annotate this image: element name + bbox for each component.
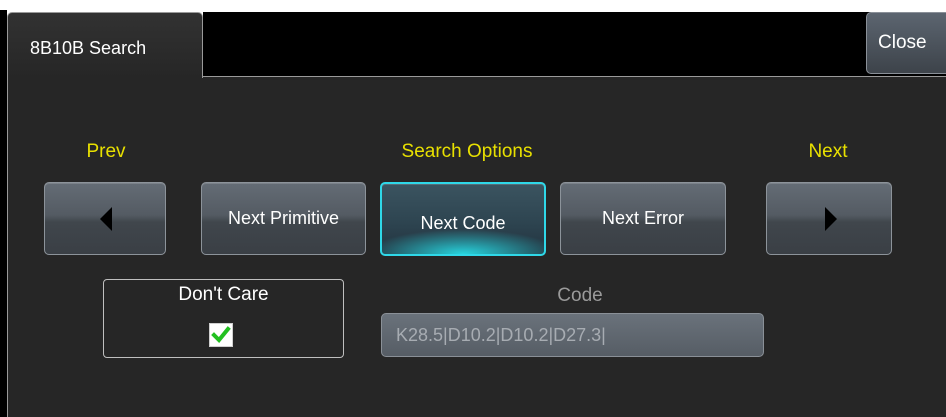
tab-bar <box>203 12 946 76</box>
next-primitive-button[interactable]: Next Primitive <box>201 182 366 255</box>
dont-care-checkbox[interactable] <box>209 323 233 347</box>
next-error-label: Next Error <box>601 208 684 228</box>
code-label: Code <box>557 285 603 306</box>
dialog-edge <box>0 0 7 417</box>
dont-care-group: Don't Care <box>103 279 344 358</box>
next-code-button[interactable]: Next Code <box>380 182 546 256</box>
next-error-button[interactable]: Next Error <box>560 182 726 255</box>
close-button[interactable]: Close <box>866 12 946 74</box>
search-options-label: Search Options <box>401 141 533 162</box>
next-button[interactable] <box>766 182 892 255</box>
top-strip <box>0 0 946 10</box>
checkmark-icon <box>211 326 231 343</box>
tab-label: 8B10B Search <box>30 38 147 58</box>
arrow-left-icon <box>100 206 112 231</box>
dont-care-label: Don't Care <box>178 284 269 305</box>
next-primitive-label: Next Primitive <box>227 208 339 228</box>
tab-8b10b-search[interactable]: 8B10B Search <box>7 12 203 78</box>
arrow-right-icon <box>825 206 837 231</box>
code-field[interactable]: K28.5|D10.2|D10.2|D27.3| <box>381 313 764 357</box>
prev-label: Prev <box>86 141 126 162</box>
search-dialog: 8B10B Search Close Prev Search Options N… <box>0 0 946 417</box>
next-code-label: Next Code <box>420 212 506 233</box>
next-label: Next <box>808 141 848 162</box>
prev-button[interactable] <box>44 182 166 255</box>
